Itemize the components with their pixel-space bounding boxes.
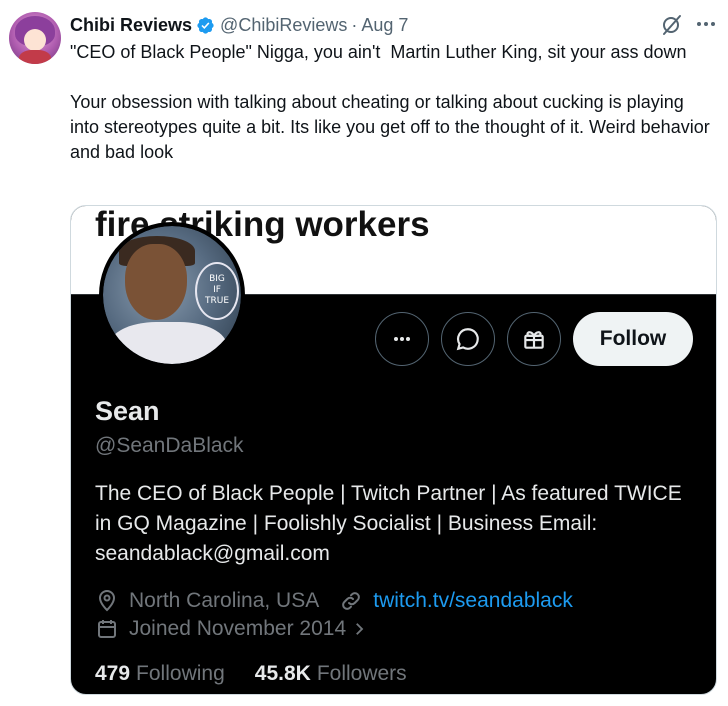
- profile-stats: 479 Following 45.8K Followers: [95, 659, 407, 689]
- profile-location: North Carolina, USA: [129, 589, 320, 612]
- message-icon: [456, 328, 479, 351]
- profile-more-button[interactable]: [375, 312, 429, 366]
- author-avatar[interactable]: [9, 12, 61, 64]
- gift-icon: [524, 331, 544, 349]
- following-count: 479: [95, 662, 131, 685]
- more-icon: [394, 337, 410, 341]
- followers-label: Followers: [316, 662, 407, 685]
- tweet-text: "CEO of Black People" Nigga, you ain't M…: [70, 42, 710, 162]
- profile-name: Sean: [95, 396, 160, 426]
- following-label: Following: [136, 662, 225, 685]
- followers-stat[interactable]: 45.8K Followers: [255, 662, 407, 686]
- follow-button[interactable]: Follow: [573, 312, 693, 366]
- location-icon: [98, 590, 116, 612]
- grok-icon[interactable]: [660, 13, 684, 37]
- gift-button[interactable]: [507, 312, 561, 366]
- profile-joined: Joined November 2014: [129, 617, 347, 640]
- profile-meta-row: North Carolina, USA twitch.tv/seandablac…: [95, 586, 573, 616]
- author-handle[interactable]: @ChibiReviews: [220, 15, 347, 36]
- author-name[interactable]: Chibi Reviews: [70, 15, 192, 36]
- calendar-icon: [98, 620, 116, 638]
- followers-count: 45.8K: [254, 662, 311, 685]
- tweet-date[interactable]: Aug 7: [361, 15, 408, 36]
- verified-badge-icon: [197, 16, 214, 34]
- separator: ·: [351, 14, 358, 35]
- chevron-right-icon: [356, 623, 364, 635]
- more-icon[interactable]: [694, 12, 718, 36]
- tweet-header: Chibi Reviews @ChibiReviews · Aug 7: [70, 14, 408, 36]
- avatar-caption: BIG IF TRUE: [195, 262, 239, 320]
- profile-website[interactable]: twitch.tv/seandablack: [373, 589, 573, 613]
- profile-bio: The CEO of Black People | Twitch Partner…: [95, 482, 688, 565]
- link-icon: [342, 592, 361, 610]
- profile-joined-row: Joined November 2014: [95, 614, 368, 644]
- profile-handle: @SeanDaBlack: [95, 434, 244, 457]
- following-stat[interactable]: 479 Following: [95, 662, 225, 686]
- profile-card-image[interactable]: announced it would permanently fire stri…: [70, 205, 717, 695]
- message-button[interactable]: [441, 312, 495, 366]
- profile-avatar: BIG IF TRUE: [99, 222, 245, 368]
